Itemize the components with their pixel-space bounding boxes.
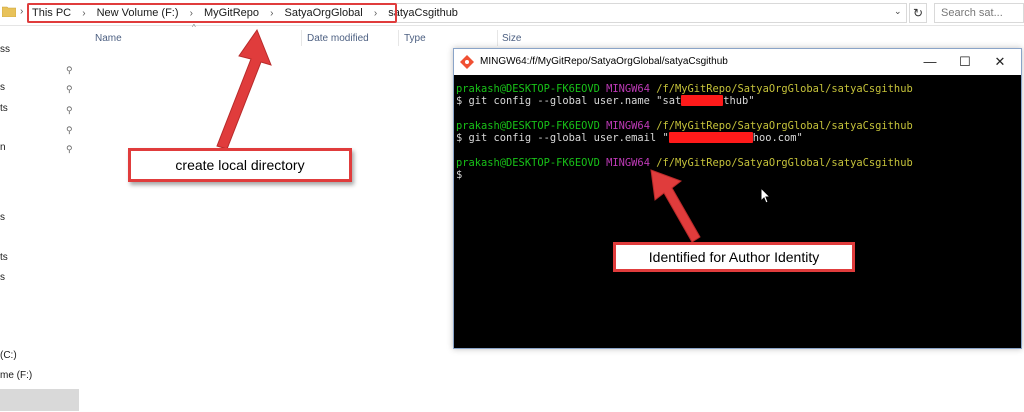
prompt-env: MINGW64 <box>606 157 650 169</box>
column-divider[interactable] <box>398 30 399 46</box>
nav-item-drive-c[interactable]: (C:) <box>0 350 17 361</box>
minimize-button[interactable]: — <box>915 53 945 71</box>
prompt-path: /f/MyGitRepo/SatyaOrgGlobal/satyaCsgithu… <box>656 83 913 95</box>
redaction-mark <box>681 95 724 106</box>
git-bash-icon <box>460 55 474 69</box>
column-header-type[interactable]: Type <box>404 33 426 44</box>
terminal-window[interactable]: MINGW64:/f/MyGitRepo/SatyaOrgGlobal/saty… <box>453 48 1022 349</box>
refresh-icon: ↻ <box>912 6 924 20</box>
column-header-size[interactable]: Size <box>502 33 521 44</box>
prompt-env: MINGW64 <box>606 83 650 95</box>
prompt-user-host: prakash@DESKTOP-FK6EOVD <box>456 157 600 169</box>
column-divider[interactable] <box>301 30 302 46</box>
callout-create-local-directory: create local directory <box>128 148 352 182</box>
maximize-button[interactable]: ☐ <box>950 53 980 71</box>
navigation-pane: ss ⚲ s ⚲ ts ⚲ ⚲ n ⚲ s ts s (C:) me (F:) <box>0 26 80 412</box>
folder-icon <box>2 6 16 17</box>
terminal-command-line: $ git config --global user.name "sat thub… <box>456 95 755 107</box>
terminal-title: MINGW64:/f/MyGitRepo/SatyaOrgGlobal/saty… <box>480 56 728 67</box>
command-text: hoo.com" <box>752 132 803 144</box>
callout-author-identity: Identified for Author Identity <box>613 242 855 272</box>
nav-selected-highlight <box>0 389 79 411</box>
prompt-user-host: prakash@DESKTOP-FK6EOVD <box>456 120 600 132</box>
nav-item[interactable]: s <box>0 272 5 283</box>
pin-icon[interactable]: ⚲ <box>66 84 73 95</box>
prompt-user-host: prakash@DESKTOP-FK6EOVD <box>456 83 600 95</box>
refresh-button[interactable]: ↻ <box>909 3 927 23</box>
nav-item[interactable]: ts <box>0 252 8 263</box>
terminal-prompt-line: prakash@DESKTOP-FK6EOVD MINGW64 /f/MyGit… <box>456 120 913 132</box>
callout-text: create local directory <box>175 157 305 173</box>
pin-icon[interactable]: ⚲ <box>66 65 73 76</box>
mouse-cursor-icon <box>760 187 772 204</box>
command-text: $ git config --global user.email " <box>456 132 669 144</box>
crumb-satyacsgithub[interactable]: satyaCsgithub <box>388 7 458 19</box>
chevron-down-icon[interactable]: ⌄ <box>894 6 902 17</box>
terminal-title-bar[interactable]: MINGW64:/f/MyGitRepo/SatyaOrgGlobal/saty… <box>454 49 1021 75</box>
column-header-date-modified[interactable]: Date modified <box>307 33 369 44</box>
column-header-name[interactable]: Name <box>95 33 122 44</box>
search-placeholder: Search sat... <box>941 7 1003 19</box>
terminal-command-line: $ git config --global user.email " hoo.co… <box>456 132 803 144</box>
screenshot: › This PC › New Volume (F:) › MyGitRepo … <box>0 0 1024 412</box>
pin-icon[interactable]: ⚲ <box>66 144 73 155</box>
search-input[interactable]: Search sat... <box>934 3 1024 23</box>
address-highlight-box <box>27 3 397 23</box>
nav-item-drive-f[interactable]: me (F:) <box>0 370 32 381</box>
command-text: thub" <box>723 95 755 107</box>
command-text: $ git config --global user.name "sat <box>456 95 682 107</box>
prompt-env: MINGW64 <box>606 120 650 132</box>
nav-item[interactable]: s <box>0 212 5 223</box>
nav-item[interactable]: ss <box>0 44 10 55</box>
nav-item[interactable]: ts <box>0 103 8 114</box>
nav-item[interactable]: s <box>0 82 5 93</box>
prompt-symbol: $ <box>456 169 463 181</box>
annotation-arrow-up-left <box>650 169 701 243</box>
terminal-input-line[interactable]: $ <box>456 169 462 181</box>
address-row: › This PC › New Volume (F:) › MyGitRepo … <box>0 0 1024 26</box>
redaction-mark <box>668 132 753 143</box>
pin-icon[interactable]: ⚲ <box>66 125 73 136</box>
annotation-arrow-up <box>216 28 272 150</box>
callout-text: Identified for Author Identity <box>648 249 820 265</box>
terminal-body[interactable]: prakash@DESKTOP-FK6EOVD MINGW64 /f/MyGit… <box>456 79 1019 347</box>
nav-item[interactable]: n <box>0 142 6 153</box>
prompt-path: /f/MyGitRepo/SatyaOrgGlobal/satyaCsgithu… <box>656 120 913 132</box>
column-divider[interactable] <box>497 30 498 46</box>
pin-icon[interactable]: ⚲ <box>66 105 73 116</box>
chevron-right-icon[interactable]: › <box>20 6 23 17</box>
terminal-prompt-line: prakash@DESKTOP-FK6EOVD MINGW64 /f/MyGit… <box>456 83 913 95</box>
close-button[interactable]: ✕ <box>985 53 1015 71</box>
